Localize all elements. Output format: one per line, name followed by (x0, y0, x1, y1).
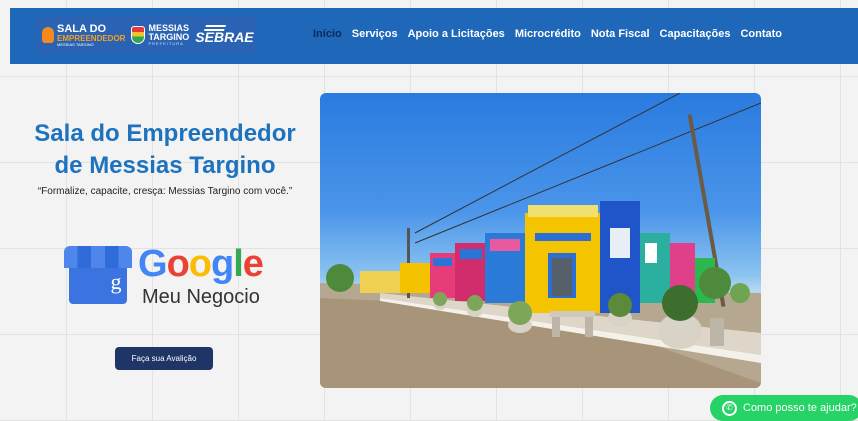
logo-messias-line3: PREFEITURA (148, 41, 184, 46)
google-letter: G (138, 243, 168, 285)
page: SALA DO EMPREENDEDOR MESSIAS TARGINO MES… (10, 8, 858, 421)
logo-bar[interactable]: SALA DO EMPREENDEDOR MESSIAS TARGINO MES… (36, 16, 256, 54)
nav-inicio[interactable]: Início (313, 28, 342, 40)
prefeitura-messias-targino-logo: MESSIAS TARGINO PREFEITURA (131, 24, 189, 46)
nav-capacitacoes[interactable]: Capacitações (660, 28, 731, 40)
nav-apoio-licitacoes[interactable]: Apoio a Licitações (408, 28, 505, 40)
nav-nota-fiscal[interactable]: Nota Fiscal (591, 28, 650, 40)
google-wordmark: Google (138, 243, 264, 285)
store-letter: g (110, 269, 122, 294)
google-letter: g (211, 243, 234, 285)
sebrae-logo-text: SEBRAE (195, 29, 254, 45)
google-letter: o (188, 243, 212, 285)
lightbulb-icon (42, 27, 54, 43)
coat-of-arms-icon (131, 26, 146, 44)
tagline: “Formalize, capacite, cresça: Messias Ta… (37, 186, 293, 197)
main-nav: Início Serviços Apoio a Licitações Micro… (313, 28, 782, 40)
sebrae-bars-icon (204, 25, 227, 31)
review-button[interactable]: Faça sua Avalição (115, 347, 213, 370)
nav-microcredito[interactable]: Microcrédito (515, 28, 581, 40)
meu-negocio-text: Meu Negocio (142, 286, 260, 308)
nav-contato[interactable]: Contato (740, 28, 782, 40)
google-letter: o (166, 243, 190, 285)
street-scene-illustration (320, 93, 761, 388)
logo-sala-line1: SALA DO (57, 22, 107, 35)
google-letter: e (242, 243, 264, 285)
page-title-line2: de Messias Targino (54, 152, 276, 179)
nav-servicos[interactable]: Serviços (352, 28, 398, 40)
whatsapp-chat-button[interactable]: ✆ Como posso te ajudar? (710, 395, 858, 421)
whatsapp-icon: ✆ (722, 400, 737, 416)
storefront-icon: g (64, 246, 132, 304)
google-letter: l (233, 243, 244, 285)
page-title-line1: Sala do Empreendedor (34, 120, 296, 147)
whatsapp-label: Como posso te ajudar? (743, 402, 857, 414)
google-meu-negocio-logo[interactable]: g Google Meu Negocio (60, 240, 280, 310)
site-header: SALA DO EMPREENDEDOR MESSIAS TARGINO MES… (10, 8, 858, 64)
hero-photo-colorful-buildings (320, 93, 761, 388)
sebrae-logo: SEBRAE (195, 25, 254, 45)
sala-do-empreendedor-logo: SALA DO EMPREENDEDOR MESSIAS TARGINO (42, 22, 125, 47)
page-title: Sala do Empreendedor de Messias Targino (10, 118, 320, 182)
logo-sala-line3: MESSIAS TARGINO (57, 41, 94, 47)
awning-shape (64, 246, 132, 268)
